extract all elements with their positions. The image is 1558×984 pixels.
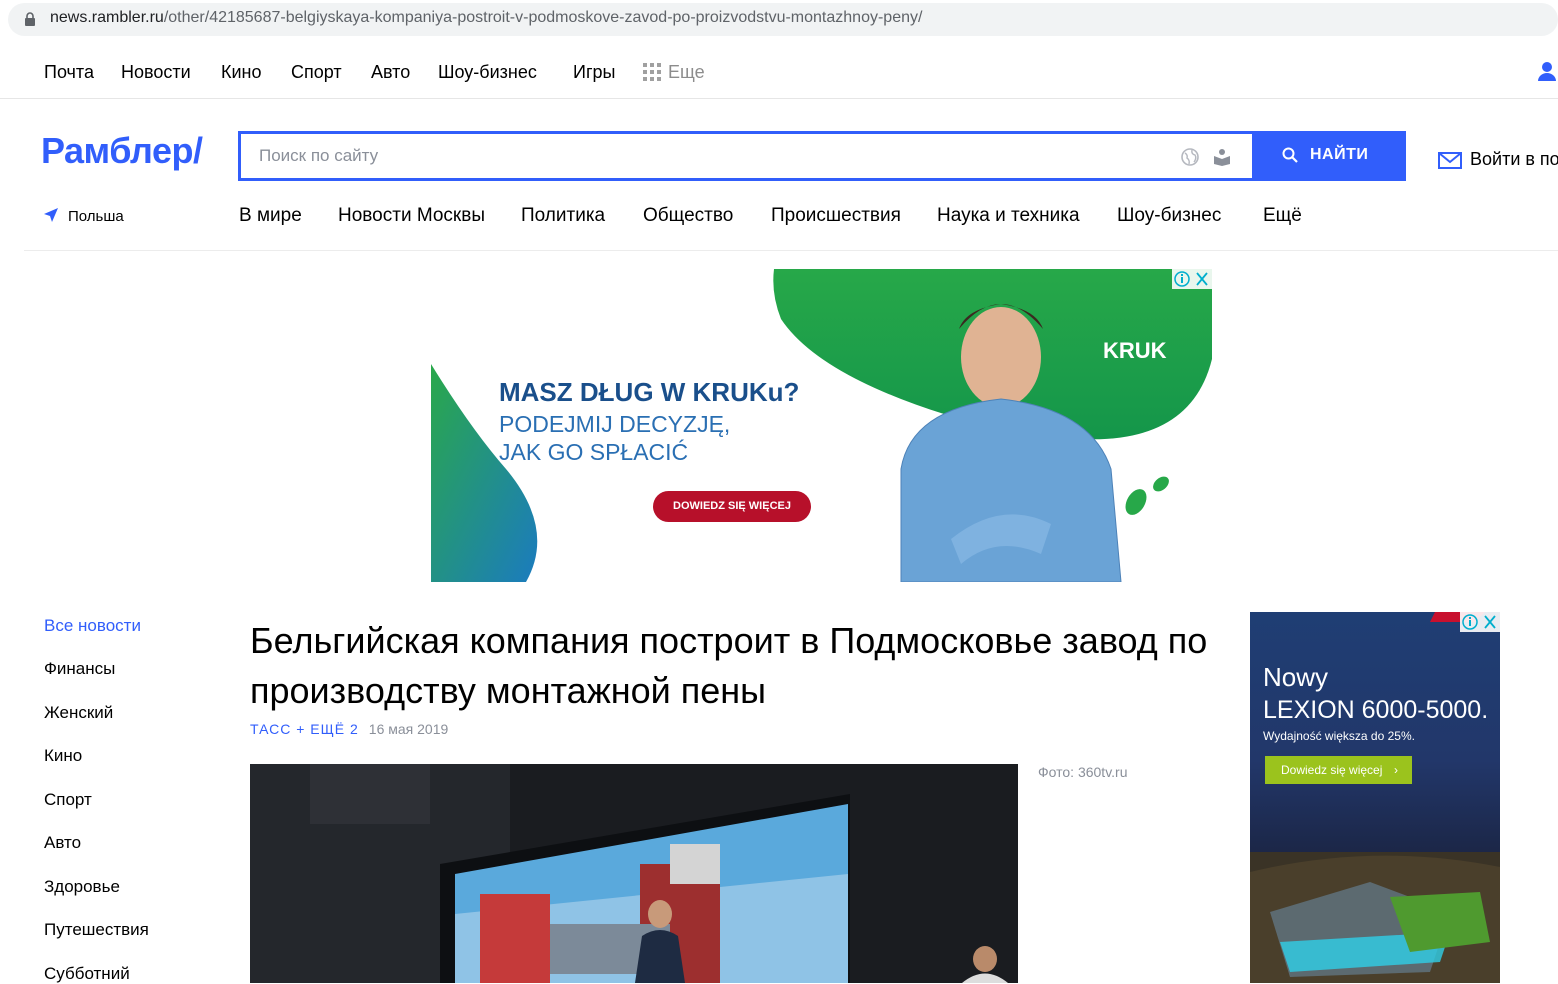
article-title: Бельгийская компания построит в Подмоско… xyxy=(250,620,1208,711)
login-label: Войти в по xyxy=(1470,149,1558,169)
secnav-item-world[interactable]: В мире xyxy=(239,205,302,227)
rubric-saturday[interactable]: Субботний xyxy=(44,964,130,984)
keyboard-icon[interactable] xyxy=(1213,148,1231,166)
ad-subline-2: JAK GO SPŁACIĆ xyxy=(499,439,689,465)
geo-label: Польша xyxy=(68,208,124,225)
rubric-all-news[interactable]: Все новости xyxy=(44,616,141,636)
secnav-item-moscow[interactable]: Новости Москвы xyxy=(338,205,485,227)
secnav-item-politics[interactable]: Политика xyxy=(521,205,605,227)
url-host: news.rambler.ru xyxy=(50,9,164,26)
search-box xyxy=(238,131,1252,181)
grid-icon[interactable] xyxy=(643,63,661,81)
photo-credit: Фото: 360tv.ru xyxy=(1038,764,1128,780)
secnav-item-incidents[interactable]: Происшествия xyxy=(771,205,901,227)
rubric-auto[interactable]: Авто xyxy=(44,833,81,853)
article-source[interactable]: ТАСС + ЕЩЁ 2 xyxy=(250,721,359,737)
ad-cta-button[interactable]: DOWIEDZ SIĘ WIĘCEJ xyxy=(653,491,811,522)
browser-address-bar: news.rambler.ru/other/42185687-belgiyska… xyxy=(0,0,1558,38)
topnav-item-news[interactable]: Новости xyxy=(121,62,191,83)
rubric-women[interactable]: Женский xyxy=(44,703,113,723)
topnav-item-mail[interactable]: Почта xyxy=(44,62,94,83)
topnav-item-cinema[interactable]: Кино xyxy=(221,62,262,83)
rubric-cinema[interactable]: Кино xyxy=(44,746,82,766)
ad-headline: MASZ DŁUG W KRUKu? xyxy=(499,377,800,407)
side-ad-cta[interactable]: Dowiedz się więcej › xyxy=(1265,756,1412,784)
side-ad-line-2: LEXION 6000-5000. xyxy=(1263,696,1489,724)
side-ad-line-1: Nowy xyxy=(1263,662,1329,692)
chevron-right-icon: › xyxy=(1394,763,1398,777)
url-path: /other/42185687-belgiyskaya-kompaniya-po… xyxy=(163,9,923,26)
ad-brand-logo: KRUK xyxy=(1103,338,1167,363)
secnav-item-showbiz[interactable]: Шоу-бизнес xyxy=(1117,205,1221,227)
header-divider xyxy=(24,250,1558,251)
user-icon[interactable] xyxy=(1538,61,1556,81)
article-photo-image xyxy=(250,764,1018,983)
search-button-label: НАЙТИ xyxy=(1310,146,1369,163)
globe-icon[interactable] xyxy=(1181,148,1199,166)
rubric-sport[interactable]: Спорт xyxy=(44,790,92,810)
rubric-travel[interactable]: Путешествия xyxy=(44,920,149,940)
mail-icon xyxy=(1438,152,1462,169)
article-meta: ТАСС + ЕЩЁ 2 16 мая 2019 xyxy=(250,721,448,737)
secnav-item-more[interactable]: Ещё xyxy=(1263,205,1302,227)
ad-info-close-icons[interactable] xyxy=(1172,269,1212,289)
topnav-more[interactable]: Еще xyxy=(668,62,705,83)
article-photo[interactable] xyxy=(250,764,1018,983)
rubric-health[interactable]: Здоровье xyxy=(44,877,120,897)
topnav-item-showbiz[interactable]: Шоу-бизнес xyxy=(438,62,537,83)
topnav-item-sport[interactable]: Спорт xyxy=(291,62,342,83)
rambler-logo[interactable]: Рамблер/ xyxy=(41,130,203,172)
search-icon xyxy=(1282,147,1298,163)
lock-icon xyxy=(25,12,35,26)
ad-banner[interactable]: MASZ DŁUG W KRUKu? PODEJMIJ DECYZJĘ, JAK… xyxy=(431,269,1212,582)
secnav-item-science[interactable]: Наука и техника xyxy=(937,205,1080,227)
url-text[interactable]: news.rambler.ru/other/42185687-belgiyska… xyxy=(50,9,922,27)
rubric-finance[interactable]: Финансы xyxy=(44,659,115,679)
ad-subline-1: PODEJMIJ DECYZJĘ, xyxy=(499,411,731,437)
side-ad-info-close-icons[interactable] xyxy=(1460,612,1500,632)
search-input[interactable] xyxy=(257,144,1157,168)
article-date: 16 мая 2019 xyxy=(368,721,449,737)
topnav-item-auto[interactable]: Авто xyxy=(371,62,410,83)
search-button[interactable]: НАЙТИ xyxy=(1252,131,1406,181)
side-ad-banner[interactable]: Nowy LEXION 6000-5000. Wydajność większa… xyxy=(1250,612,1500,983)
secnav-item-society[interactable]: Общество xyxy=(643,205,733,227)
side-ad-line-3: Wydajność większa do 25%. xyxy=(1263,729,1415,743)
location-arrow-icon xyxy=(44,208,58,222)
topnav-item-games[interactable]: Игры xyxy=(573,62,615,83)
side-ad-cta-label: Dowiedz się więcej xyxy=(1281,763,1383,777)
top-navigation: Почта Новости Кино Спорт Авто Шоу-бизнес… xyxy=(0,38,1558,99)
